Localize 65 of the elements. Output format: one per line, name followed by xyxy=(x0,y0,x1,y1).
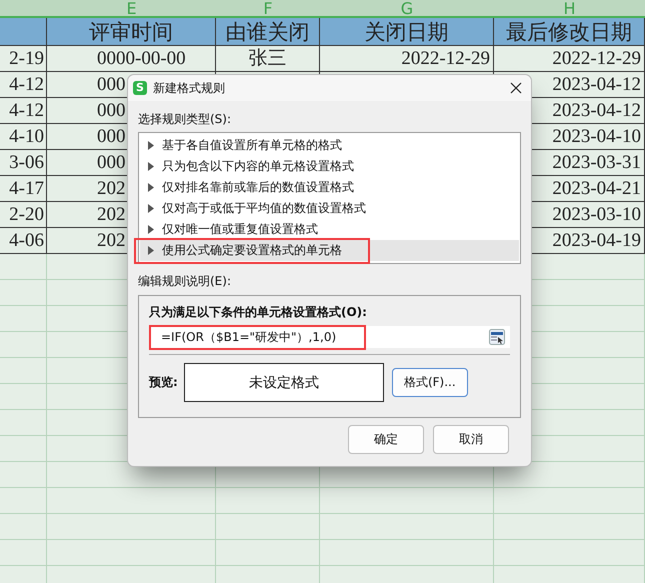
expand-arrow-icon xyxy=(148,225,154,234)
table-cell: 2023-04-10 xyxy=(552,126,641,147)
table-cell: 000 xyxy=(97,152,126,173)
preview-box: 未设定格式 xyxy=(184,363,384,402)
table-cell: 202 xyxy=(97,178,126,199)
rule-type-item[interactable]: 仅对高于或低于平均值的数值设置格式 xyxy=(140,198,519,219)
column-header: 最后修改日期 xyxy=(494,18,645,46)
rule-type-label: 仅对高于或低于平均值的数值设置格式 xyxy=(162,200,366,217)
table-cell: 2-19 xyxy=(9,48,44,69)
table-cell: 2023-03-10 xyxy=(552,204,641,225)
table-cell: 4-12 xyxy=(9,74,44,95)
rule-type-item[interactable]: 仅对排名靠前或靠后的数值设置格式 xyxy=(140,177,519,198)
rule-type-label: 使用公式确定要设置格式的单元格 xyxy=(162,242,342,259)
empty-cell xyxy=(0,462,47,488)
rule-type-label: 仅对唯一值或重复值设置格式 xyxy=(162,221,318,238)
app-logo: S xyxy=(133,81,147,95)
table-cell: 2023-04-12 xyxy=(552,100,641,121)
expand-arrow-icon xyxy=(148,183,154,192)
table-cell: 000 xyxy=(97,126,126,147)
table-cell: 4-10 xyxy=(9,126,44,147)
table-cell: 张三 xyxy=(248,48,286,69)
expand-arrow-icon xyxy=(148,204,154,213)
ok-button[interactable]: 确定 xyxy=(348,425,424,454)
table-cell: 4-12 xyxy=(9,100,44,121)
section-label: 选择规则类型(S): xyxy=(138,111,232,127)
rule-type-item[interactable]: 仅对唯一值或重复值设置格式 xyxy=(140,219,519,240)
format-button[interactable]: 格式(F)... xyxy=(392,368,468,397)
rule-type-label: 只为包含以下内容的单元格设置格式 xyxy=(162,158,354,175)
expand-arrow-icon xyxy=(148,162,154,171)
table-cell: 0000-00-00 xyxy=(97,48,186,69)
table-cell: 2-20 xyxy=(9,204,44,225)
table-cell: 202 xyxy=(97,204,126,225)
table-cell: 3-06 xyxy=(9,152,44,173)
rule-type-item[interactable]: 只为包含以下内容的单元格设置格式 xyxy=(140,156,519,177)
table-cell: 000 xyxy=(97,100,126,121)
range-picker-icon[interactable] xyxy=(489,329,505,345)
formula-field[interactable]: =IF(OR（$B1="研发中"）,1,0) xyxy=(149,326,510,348)
table-cell: 000 xyxy=(97,74,126,95)
condition-label: 只为满足以下条件的单元格设置格式(O): xyxy=(149,304,368,321)
rule-type-label: 仅对排名靠前或靠后的数值设置格式 xyxy=(162,179,354,196)
cancel-button[interactable]: 取消 xyxy=(433,425,509,454)
expand-arrow-icon xyxy=(148,141,154,150)
column-header: 评审时间 xyxy=(47,18,216,46)
table-cell: 2022-12-29 xyxy=(401,48,490,69)
close-icon xyxy=(510,82,522,94)
table-cell: 202 xyxy=(97,230,126,251)
table-cell: 4-06 xyxy=(9,230,44,251)
table-cell: 2023-04-19 xyxy=(552,230,641,251)
section-label: 编辑规则说明(E): xyxy=(138,273,232,289)
table-cell: 2023-03-31 xyxy=(552,152,641,173)
empty-cell xyxy=(0,514,47,540)
table-cell: 2023-04-12 xyxy=(552,74,641,95)
header-cell xyxy=(0,0,47,18)
column-header: 由谁关闭 xyxy=(216,18,320,46)
rule-type-item[interactable]: 基于各自值设置所有单元格的格式 xyxy=(140,135,519,156)
table-cell: 4-17 xyxy=(9,178,44,199)
expand-arrow-icon xyxy=(148,246,154,255)
empty-cell xyxy=(0,540,47,566)
preview-label: 预览: xyxy=(149,374,178,391)
table-cell: 2022-12-29 xyxy=(552,48,641,69)
rule-type-label: 基于各自值设置所有单元格的格式 xyxy=(162,137,342,154)
window-title: 新建格式规则 xyxy=(153,80,226,96)
empty-cell xyxy=(0,488,47,514)
column-header: 关闭日期 xyxy=(320,18,494,46)
table-cell: 2023-04-21 xyxy=(552,178,641,199)
